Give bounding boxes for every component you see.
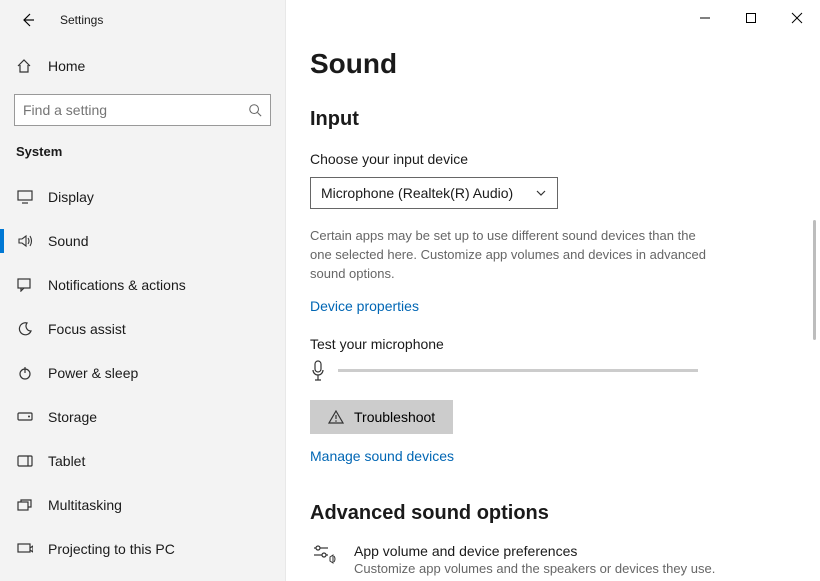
sidebar-item-label: Power & sleep (48, 365, 138, 381)
close-button[interactable] (782, 6, 812, 30)
search-field[interactable] (23, 102, 248, 118)
sliders-icon (310, 543, 338, 576)
multitasking-icon (16, 499, 34, 511)
titlebar: Settings (0, 0, 285, 40)
scrollbar[interactable] (813, 220, 816, 340)
troubleshoot-button[interactable]: Troubleshoot (310, 400, 453, 434)
back-button[interactable] (16, 8, 40, 32)
sidebar-item-label: Projecting to this PC (48, 541, 175, 557)
search-icon (248, 103, 262, 117)
minimize-icon (699, 12, 711, 24)
page-title: Sound (310, 48, 796, 80)
maximize-icon (745, 12, 757, 24)
advanced-section-title: Advanced sound options (310, 502, 796, 525)
troubleshoot-label: Troubleshoot (354, 409, 435, 425)
search-wrap (14, 94, 271, 126)
sidebar-item-label: Multitasking (48, 497, 122, 513)
sidebar-item-power[interactable]: Power & sleep (0, 351, 285, 395)
device-properties-link[interactable]: Device properties (310, 298, 419, 314)
nav-list: Display Sound Notifications & actions Fo… (0, 175, 285, 571)
sidebar-item-label: Storage (48, 409, 97, 425)
warning-icon (328, 410, 344, 424)
sidebar-item-storage[interactable]: Storage (0, 395, 285, 439)
maximize-button[interactable] (736, 6, 766, 30)
arrow-left-icon (20, 12, 36, 28)
sidebar-item-notifications[interactable]: Notifications & actions (0, 263, 285, 307)
chevron-down-icon (535, 187, 547, 199)
projecting-icon (16, 543, 34, 555)
home-icon (16, 58, 34, 74)
test-mic-label: Test your microphone (310, 336, 796, 352)
sidebar-item-label: Focus assist (48, 321, 126, 337)
manage-sound-devices-link[interactable]: Manage sound devices (310, 448, 454, 464)
input-section-title: Input (310, 108, 796, 131)
sidebar-item-multitasking[interactable]: Multitasking (0, 483, 285, 527)
adv-item-title: App volume and device preferences (354, 543, 715, 559)
moon-icon (16, 322, 34, 336)
notifications-icon (16, 278, 34, 292)
main-content: Sound Input Choose your input device Mic… (286, 0, 820, 581)
sidebar-item-tablet[interactable]: Tablet (0, 439, 285, 483)
power-icon (16, 366, 34, 380)
home-label: Home (48, 58, 85, 74)
mic-level-meter (338, 369, 698, 372)
adv-item-desc: Customize app volumes and the speakers o… (354, 561, 715, 576)
window-title: Settings (60, 13, 103, 27)
app-volume-prefs-item[interactable]: App volume and device preferences Custom… (310, 543, 796, 576)
window-controls (690, 6, 812, 30)
sidebar-item-label: Display (48, 189, 94, 205)
home-nav[interactable]: Home (0, 48, 285, 84)
sidebar-item-label: Sound (48, 233, 88, 249)
mic-meter-row (310, 360, 796, 382)
microphone-icon (310, 360, 326, 382)
minimize-button[interactable] (690, 6, 720, 30)
input-device-select[interactable]: Microphone (Realtek(R) Audio) (310, 177, 558, 209)
sidebar-item-label: Tablet (48, 453, 85, 469)
sidebar-item-sound[interactable]: Sound (0, 219, 285, 263)
input-device-value: Microphone (Realtek(R) Audio) (321, 185, 535, 201)
display-icon (16, 190, 34, 204)
tablet-icon (16, 455, 34, 467)
sidebar-item-display[interactable]: Display (0, 175, 285, 219)
sidebar-item-projecting[interactable]: Projecting to this PC (0, 527, 285, 571)
sound-icon (16, 234, 34, 248)
input-help-text: Certain apps may be set up to use differ… (310, 227, 710, 284)
sidebar-item-focus[interactable]: Focus assist (0, 307, 285, 351)
choose-input-label: Choose your input device (310, 151, 796, 167)
sidebar-section-label: System (0, 140, 285, 175)
search-input[interactable] (14, 94, 271, 126)
sidebar-item-label: Notifications & actions (48, 277, 186, 293)
close-icon (791, 12, 803, 24)
sidebar: Settings Home System Display Sound Notif… (0, 0, 286, 581)
storage-icon (16, 412, 34, 422)
